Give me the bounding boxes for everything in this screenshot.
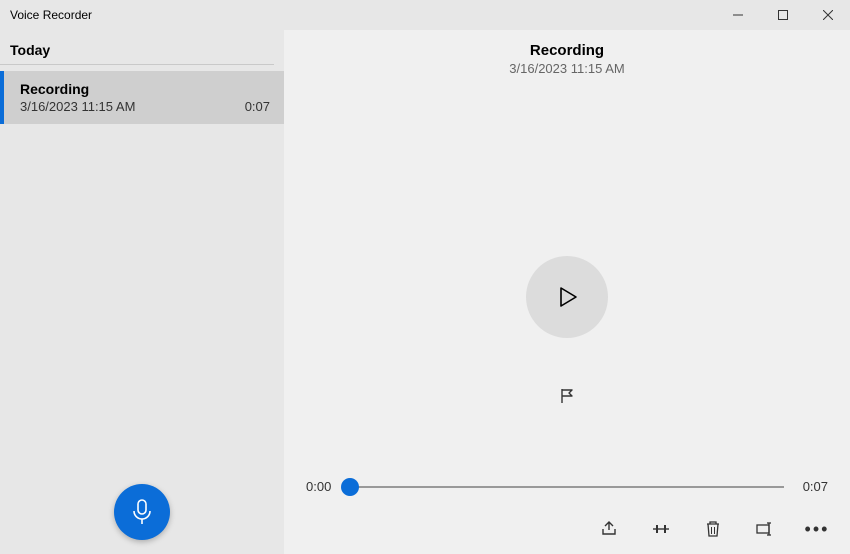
more-button[interactable]: ••• (804, 516, 830, 542)
play-button[interactable] (526, 256, 608, 338)
seek-bar: 0:00 0:07 (306, 479, 828, 494)
page-subtitle: 3/16/2023 11:15 AM (509, 61, 624, 76)
flag-icon (558, 387, 576, 405)
app-body: Today Recording 3/16/2023 11:15 AM 0:07 … (0, 30, 850, 554)
sidebar: Today Recording 3/16/2023 11:15 AM 0:07 (0, 30, 284, 554)
app-window: Voice Recorder Today Recording 3/16/2023… (0, 0, 850, 554)
share-button[interactable] (596, 516, 622, 542)
recording-name: Recording (20, 81, 270, 97)
recording-header: Recording 3/16/2023 11:15 AM (509, 42, 624, 76)
titlebar: Voice Recorder (0, 0, 850, 30)
page-title: Recording (509, 42, 624, 59)
recording-meta: 3/16/2023 11:15 AM 0:07 (20, 99, 270, 114)
trim-button[interactable] (648, 516, 674, 542)
rename-button[interactable] (752, 516, 778, 542)
main-panel: Recording 3/16/2023 11:15 AM 0:00 (284, 30, 850, 554)
section-header-today: Today (0, 30, 274, 65)
seek-track[interactable] (350, 486, 784, 488)
close-icon (823, 10, 833, 20)
add-marker-button[interactable] (553, 382, 581, 410)
recording-duration: 0:07 (245, 99, 270, 114)
maximize-button[interactable] (760, 0, 805, 30)
rename-icon (755, 521, 775, 537)
delete-icon (705, 520, 721, 538)
share-icon (600, 520, 618, 538)
total-time: 0:07 (794, 479, 828, 494)
minimize-button[interactable] (715, 0, 760, 30)
current-time: 0:00 (306, 479, 340, 494)
delete-button[interactable] (700, 516, 726, 542)
maximize-icon (778, 10, 788, 20)
trim-icon (651, 521, 671, 537)
minimize-icon (733, 10, 743, 20)
window-title: Voice Recorder (0, 8, 715, 22)
more-icon: ••• (805, 519, 830, 540)
microphone-icon (131, 499, 153, 525)
action-bar: ••• (596, 516, 830, 542)
seek-thumb[interactable] (341, 478, 359, 496)
close-button[interactable] (805, 0, 850, 30)
record-button[interactable] (114, 484, 170, 540)
play-icon (554, 284, 580, 310)
recording-list-item[interactable]: Recording 3/16/2023 11:15 AM 0:07 (0, 71, 284, 124)
recording-timestamp: 3/16/2023 11:15 AM (20, 99, 135, 114)
window-controls (715, 0, 850, 30)
